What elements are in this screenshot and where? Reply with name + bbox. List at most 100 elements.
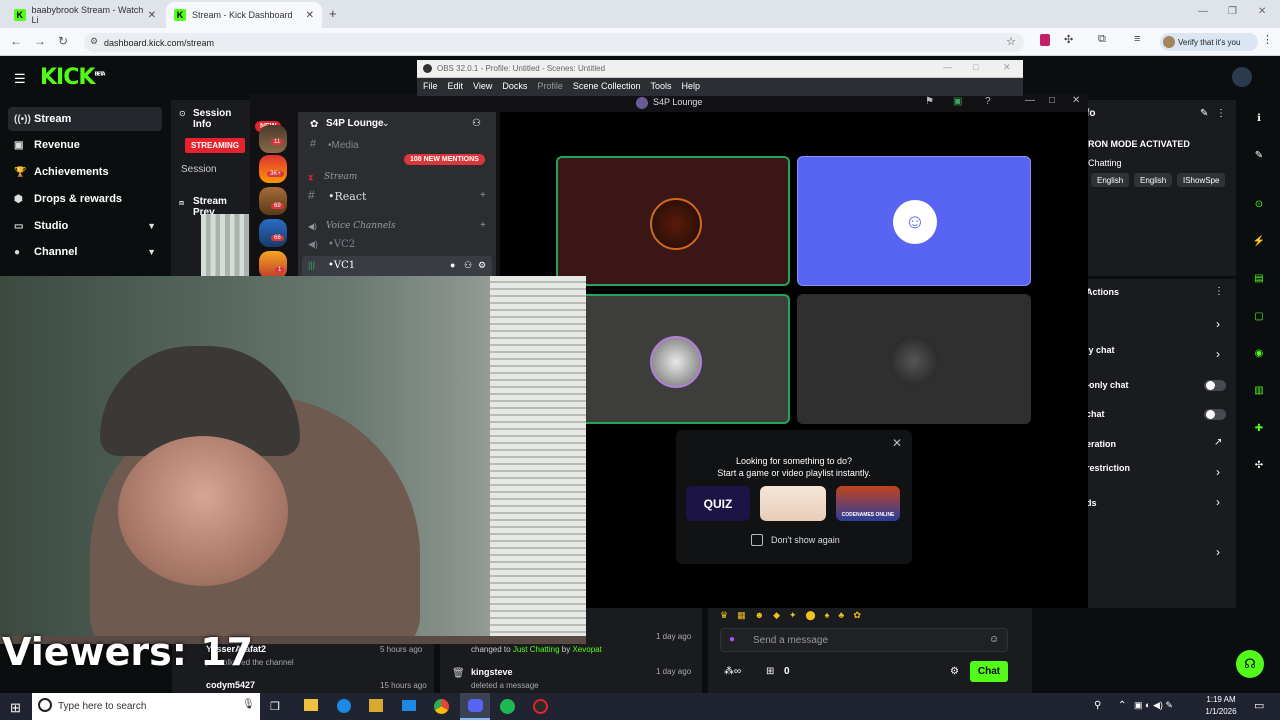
people-icon[interactable]: ⚲	[1094, 700, 1101, 711]
emote-icon[interactable]: ♣	[838, 610, 844, 622]
channel-name[interactable]: •VC2	[328, 239, 355, 250]
wrench-icon[interactable]: ✚	[1249, 418, 1269, 438]
lightning-icon[interactable]: ⚡	[1249, 231, 1269, 251]
clock-date[interactable]: 1/1/2026	[1196, 707, 1246, 716]
game-tile[interactable]	[760, 486, 826, 521]
layout-icon[interactable]: ▥	[1249, 380, 1269, 400]
broadcast-icon[interactable]: ◉	[1249, 343, 1269, 363]
close-tab-icon[interactable]: ✕	[148, 10, 156, 21]
spotify-icon[interactable]	[500, 699, 515, 714]
chevron-right-icon[interactable]: ›	[1216, 495, 1220, 509]
more-options-icon[interactable]: ⋮	[1216, 108, 1226, 119]
active-voice-channel[interactable]: ||| •VC1 ● ⚇ ⚙	[302, 256, 492, 276]
minimize-window-icon[interactable]: —	[1025, 95, 1035, 106]
close-window-icon[interactable]: ✕	[1258, 6, 1266, 17]
chevron-right-icon[interactable]: ›	[1216, 347, 1220, 361]
action-row-label[interactable]: restriction	[1086, 463, 1130, 473]
close-window-icon[interactable]: ✕	[1003, 62, 1011, 73]
menu-edit[interactable]: Edit	[448, 81, 464, 91]
support-headset-button[interactable]: ☊	[1236, 650, 1264, 678]
participant-tile-speaking[interactable]	[556, 156, 790, 286]
browser-tab[interactable]: K baabybrook Stream - Watch Li ✕	[6, 2, 164, 28]
menu-profile[interactable]: Profile	[537, 81, 563, 91]
address-bar[interactable]: ⚙ dashboard.kick.com/stream ☆	[84, 33, 1024, 52]
mod-log-user[interactable]: kingsteve	[471, 667, 513, 677]
chevron-right-icon[interactable]: ›	[1216, 545, 1220, 559]
maximize-window-icon[interactable]: □	[1049, 95, 1055, 106]
file-explorer-icon[interactable]	[304, 699, 318, 711]
channel-name[interactable]: •Media	[328, 140, 359, 151]
extension-shield-icon[interactable]	[1040, 34, 1050, 46]
edit-icon[interactable]: ✎	[1249, 145, 1269, 165]
chevron-right-icon[interactable]: ›	[1216, 317, 1220, 331]
chat-settings-icon[interactable]: ⚙	[950, 666, 959, 677]
invite-people-icon[interactable]: ⚇	[472, 118, 481, 129]
menu-tools[interactable]: Tools	[650, 81, 671, 91]
chat-send-button[interactable]: Chat	[970, 661, 1008, 682]
menu-help[interactable]: Help	[681, 81, 700, 91]
emote-icon[interactable]: ♠	[825, 610, 830, 622]
community-icon[interactable]: ⁂∞	[724, 666, 741, 677]
invite-icon[interactable]: ⚇	[464, 260, 472, 271]
document-icon[interactable]: ▤	[1249, 268, 1269, 288]
chrome-icon[interactable]	[434, 699, 449, 714]
log-user-link[interactable]: Xevopat	[572, 645, 601, 654]
chevron-down-icon[interactable]: ⌄	[382, 118, 390, 129]
emote-icon[interactable]: ◆	[773, 610, 780, 622]
chat-bubble-icon[interactable]: ▢	[1249, 306, 1269, 326]
task-view-icon[interactable]: ❒	[270, 700, 280, 713]
emote-icon[interactable]: ☻	[755, 610, 764, 622]
media-controls-icon[interactable]: ≡	[1134, 33, 1140, 45]
edge-browser-icon[interactable]	[337, 699, 351, 713]
server-name[interactable]: S4P Lounge	[326, 118, 384, 129]
nav-item-drops-rewards[interactable]: ⬢ Drops & rewards	[8, 187, 162, 211]
chat-icon[interactable]: ●	[450, 260, 455, 270]
menu-view[interactable]: View	[473, 81, 492, 91]
external-link-icon[interactable]: ↗	[1214, 437, 1222, 448]
emote-icon[interactable]: ▦	[737, 610, 746, 622]
browser-tab-active[interactable]: K Stream - Kick Dashboard ✕	[166, 2, 322, 28]
hamburger-menu-icon[interactable]: ☰	[14, 71, 26, 87]
windows-start-icon[interactable]: ⊞	[10, 700, 21, 716]
emote-bar[interactable]: ♛ ▦ ☻ ◆ ✦ ⬤ ♠ ♣ ✿	[720, 610, 1020, 622]
nav-item-studio[interactable]: ▭ Studio ▼	[8, 214, 162, 238]
category-name[interactable]: Stream	[324, 172, 357, 182]
new-tab-icon[interactable]: +	[329, 6, 337, 21]
obs-icon[interactable]	[533, 699, 548, 714]
puzzle-icon[interactable]: ✣	[1249, 455, 1269, 475]
emote-only-toggle[interactable]	[1204, 380, 1226, 391]
category-name[interactable]: Voice Channels	[326, 221, 396, 231]
mic-icon[interactable]: ●	[729, 634, 735, 645]
more-options-icon[interactable]: ⋮	[1214, 286, 1224, 297]
close-window-icon[interactable]: ✕	[1072, 95, 1080, 106]
close-tab-icon[interactable]: ✕	[306, 10, 314, 21]
verify-identity-button[interactable]: Verify that it's you	[1160, 33, 1258, 51]
info-icon[interactable]: ℹ	[1249, 108, 1269, 128]
menu-docks[interactable]: Docks	[502, 81, 527, 91]
mail-icon[interactable]	[402, 700, 416, 711]
chat-mode-toggle[interactable]	[1204, 409, 1226, 420]
add-channel-icon[interactable]: +	[480, 190, 486, 201]
reload-icon[interactable]: ↻	[58, 34, 68, 48]
emoji-icon[interactable]: ☺	[989, 634, 999, 645]
chat-input[interactable]: ● Send a message ☺	[720, 628, 1008, 652]
emote-icon[interactable]: ⬤	[806, 610, 816, 622]
minimize-window-icon[interactable]: —	[943, 62, 952, 72]
nav-item-achievements[interactable]: 🏆 Achievements	[8, 160, 162, 184]
server-icon-4[interactable]	[259, 219, 287, 247]
taskbar-search[interactable]: Type here to search 🎙	[32, 693, 260, 720]
maximize-window-icon[interactable]: ❐	[1228, 6, 1237, 17]
channel-name[interactable]: •React	[328, 190, 366, 203]
help-icon[interactable]: ?	[985, 96, 991, 107]
screen-cast-icon[interactable]: ⧉	[1098, 33, 1106, 46]
menu-scene-collection[interactable]: Scene Collection	[573, 81, 641, 91]
server-icon-5[interactable]	[259, 251, 287, 279]
follower-name[interactable]: codym5427	[206, 680, 255, 690]
target-icon[interactable]: ⊙	[1249, 194, 1269, 214]
emote-icon[interactable]: ✦	[789, 610, 797, 622]
clock-time[interactable]: 1:19 AM	[1196, 695, 1246, 704]
stream-preview-thumbnail[interactable]	[201, 214, 249, 276]
edit-pencil-icon[interactable]: ✎	[1200, 108, 1208, 119]
server-icon-3[interactable]	[259, 187, 287, 215]
mentions-badge[interactable]: 108 NEW MENTIONS	[404, 154, 485, 165]
